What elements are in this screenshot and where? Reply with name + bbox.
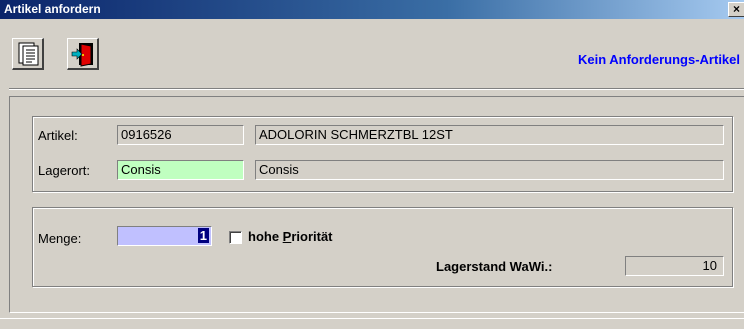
lagerort-field[interactable]: Consis xyxy=(117,160,244,180)
artikel-number-field[interactable]: 0916526 xyxy=(117,125,244,145)
menge-label: Menge: xyxy=(38,231,82,246)
lagerstand-label: Lagerstand WaWi.: xyxy=(436,259,553,274)
artikel-name-field[interactable]: ADOLORIN SCHMERZTBL 12ST xyxy=(255,125,724,145)
exit-button[interactable] xyxy=(67,38,99,70)
status-message: Kein Anforderungs-Artikel xyxy=(577,52,740,67)
priority-checkbox[interactable] xyxy=(229,231,242,244)
lagerstand-field[interactable]: 10 xyxy=(625,256,724,276)
toolbar-separator xyxy=(9,88,744,90)
new-document-button[interactable] xyxy=(12,38,44,70)
document-icon xyxy=(18,42,39,66)
exit-door-icon xyxy=(71,43,93,67)
status-separator xyxy=(0,318,744,319)
title-bar[interactable] xyxy=(0,0,744,19)
menge-input[interactable]: 1 xyxy=(117,226,212,246)
window-title: Artikel anfordern xyxy=(4,2,101,16)
priority-label[interactable]: hohe Priorität xyxy=(248,229,333,245)
menge-value: 1 xyxy=(197,228,209,243)
lagerort-label: Lagerort: xyxy=(38,163,91,178)
close-icon: × xyxy=(733,2,741,16)
close-button[interactable]: × xyxy=(728,2,744,17)
lagerort-name-field[interactable]: Consis xyxy=(255,160,724,180)
artikel-label: Artikel: xyxy=(38,128,78,143)
